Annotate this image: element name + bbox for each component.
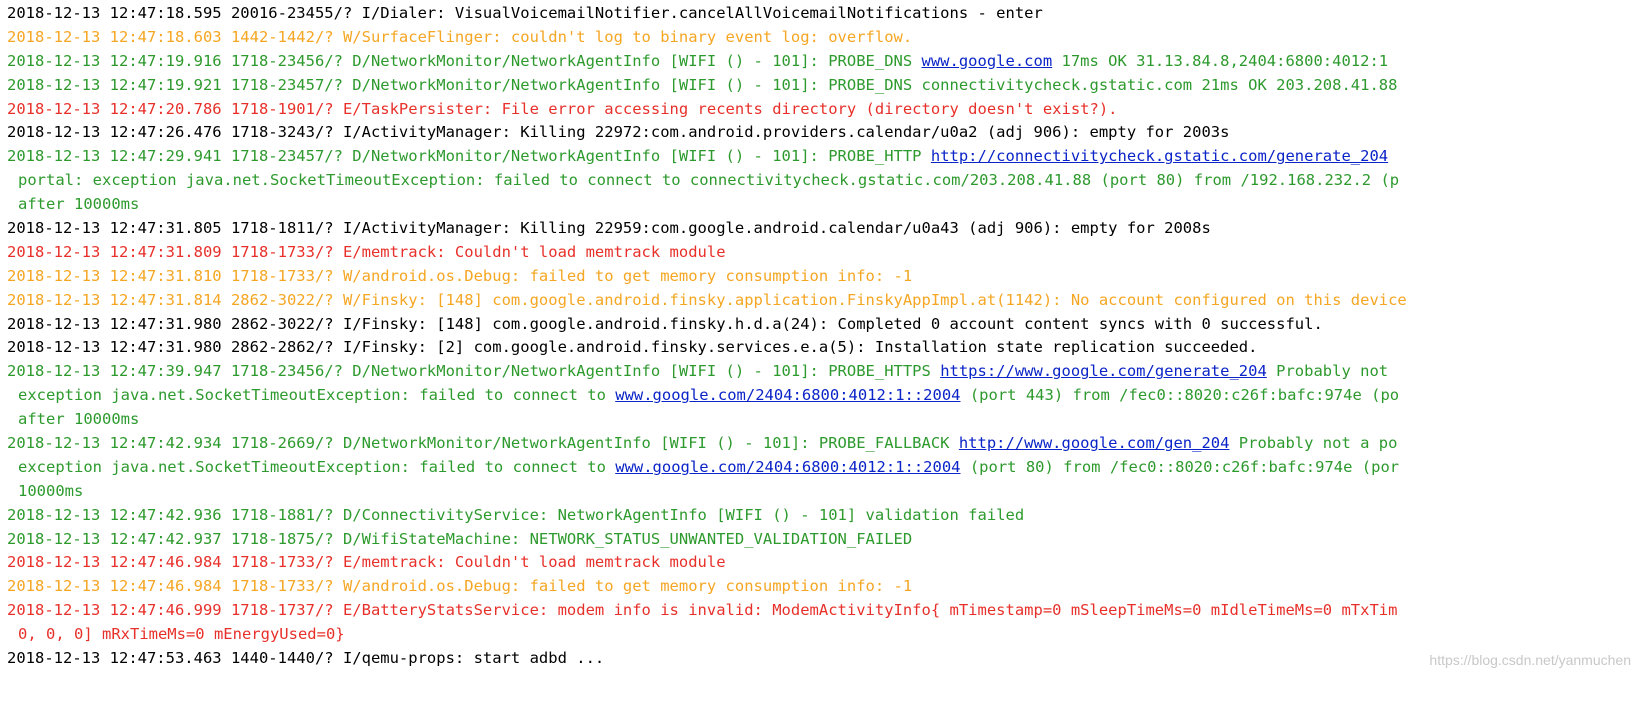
log-text: 17ms OK 31.13.84.8,2404:6800:4012:1: [1052, 51, 1389, 70]
log-line-continuation: 10000ms: [7, 480, 1639, 504]
log-line: 2018-12-13 12:47:42.936 1718-1881/? D/Co…: [7, 504, 1639, 528]
log-text: 2018-12-13 12:47:29.941 1718-23457/? D/N…: [7, 147, 931, 166]
log-text: 2018-12-13 12:47:31.809 1718-1733/? E/me…: [7, 242, 726, 261]
log-line: 2018-12-13 12:47:53.463 1440-1440/? I/qe…: [7, 647, 1639, 671]
log-text: 2018-12-13 12:47:31.814 2862-3022/? W/Fi…: [7, 290, 1407, 309]
log-text: (port 443) from /fec0::8020:c26f:bafc:97…: [960, 386, 1400, 405]
log-text: 2018-12-13 12:47:18.595 20016-23455/? I/…: [7, 4, 1043, 22]
log-line: 2018-12-13 12:47:42.934 1718-2669/? D/Ne…: [7, 432, 1639, 456]
log-text: 2018-12-13 12:47:42.936 1718-1881/? D/Co…: [7, 505, 1025, 524]
logcat-output: 2018-12-13 12:47:18.595 20016-23455/? I/…: [7, 2, 1639, 671]
log-line: 2018-12-13 12:47:31.980 2862-2862/? I/Fi…: [7, 336, 1639, 360]
log-text: 2018-12-13 12:47:42.937 1718-1875/? D/Wi…: [7, 529, 913, 548]
log-line: 2018-12-13 12:47:29.941 1718-23457/? D/N…: [7, 145, 1639, 169]
log-line-continuation: exception java.net.SocketTimeoutExceptio…: [7, 456, 1639, 480]
log-line-continuation: after 10000ms: [7, 408, 1639, 432]
log-text: 2018-12-13 12:47:46.984 1718-1733/? E/me…: [7, 553, 726, 572]
log-line-continuation: portal: exception java.net.SocketTimeout…: [7, 169, 1639, 193]
log-text: exception java.net.SocketTimeoutExceptio…: [18, 386, 616, 405]
log-text: Probably not: [1266, 362, 1389, 381]
log-line: 2018-12-13 12:47:31.810 1718-1733/? W/an…: [7, 265, 1639, 289]
log-line: 2018-12-13 12:47:31.814 2862-3022/? W/Fi…: [7, 289, 1639, 313]
log-line: 2018-12-13 12:47:19.921 1718-23457/? D/N…: [7, 74, 1639, 98]
log-text: 2018-12-13 12:47:46.984 1718-1733/? W/an…: [7, 577, 913, 596]
log-text: (port 80) from /fec0::8020:c26f:bafc:974…: [960, 457, 1400, 476]
log-text: 2018-12-13 12:47:31.980 2862-2862/? I/Fi…: [7, 338, 1258, 357]
log-link[interactable]: www.google.com/2404:6800:4012:1::2004: [615, 386, 960, 404]
log-line: 2018-12-13 12:47:46.984 1718-1733/? W/an…: [7, 575, 1639, 599]
log-text: 2018-12-13 12:47:39.947 1718-23456/? D/N…: [7, 362, 941, 381]
log-link[interactable]: http://connectivitycheck.gstatic.com/gen…: [931, 147, 1388, 165]
log-link[interactable]: https://www.google.com/generate_204: [940, 362, 1267, 380]
log-text: 10000ms: [18, 481, 84, 500]
log-line: 2018-12-13 12:47:20.786 1718-1901/? E/Ta…: [7, 98, 1639, 122]
log-line: 2018-12-13 12:47:31.809 1718-1733/? E/me…: [7, 241, 1639, 265]
log-line: 2018-12-13 12:47:18.595 20016-23455/? I/…: [7, 2, 1639, 26]
log-text: after 10000ms: [18, 195, 140, 214]
log-text: 2018-12-13 12:47:53.463 1440-1440/? I/qe…: [7, 649, 605, 668]
log-line: 2018-12-13 12:47:18.603 1442-1442/? W/Su…: [7, 26, 1639, 50]
log-link[interactable]: www.google.com: [922, 52, 1053, 70]
log-text: 2018-12-13 12:47:19.916 1718-23456/? D/N…: [7, 51, 922, 70]
log-text: 2018-12-13 12:47:18.603 1442-1442/? W/Su…: [7, 27, 913, 46]
log-text: 2018-12-13 12:47:31.810 1718-1733/? W/an…: [7, 266, 913, 285]
log-text: exception java.net.SocketTimeoutExceptio…: [18, 457, 616, 476]
log-text: 2018-12-13 12:47:46.999 1718-1737/? E/Ba…: [7, 601, 1398, 620]
log-text: 2018-12-13 12:47:19.921 1718-23457/? D/N…: [7, 75, 1398, 94]
watermark-text: https://blog.csdn.net/yanmuchen: [1429, 652, 1631, 668]
log-line: 2018-12-13 12:47:42.937 1718-1875/? D/Wi…: [7, 528, 1639, 552]
log-line: 2018-12-13 12:47:46.999 1718-1737/? E/Ba…: [7, 599, 1639, 623]
log-text: 2018-12-13 12:47:31.805 1718-1811/? I/Ac…: [7, 219, 1211, 238]
log-text: portal: exception java.net.SocketTimeout…: [18, 171, 1400, 190]
log-text: 2018-12-13 12:47:31.980 2862-3022/? I/Fi…: [7, 314, 1323, 333]
log-text: after 10000ms: [18, 410, 140, 429]
log-line-continuation: after 10000ms: [7, 193, 1639, 217]
log-text: 2018-12-13 12:47:20.786 1718-1901/? E/Ta…: [7, 99, 1118, 118]
log-line: 2018-12-13 12:47:26.476 1718-3243/? I/Ac…: [7, 121, 1639, 145]
log-text: 2018-12-13 12:47:26.476 1718-3243/? I/Ac…: [7, 123, 1230, 142]
log-text: 0, 0, 0] mRxTimeMs=0 mEnergyUsed=0}: [18, 625, 345, 644]
log-line: 2018-12-13 12:47:31.805 1718-1811/? I/Ac…: [7, 217, 1639, 241]
log-line-continuation: exception java.net.SocketTimeoutExceptio…: [7, 384, 1639, 408]
log-text: Probably not a po: [1229, 434, 1398, 453]
log-link[interactable]: www.google.com/2404:6800:4012:1::2004: [615, 458, 960, 476]
log-line: 2018-12-13 12:47:19.916 1718-23456/? D/N…: [7, 50, 1639, 74]
log-line: 2018-12-13 12:47:39.947 1718-23456/? D/N…: [7, 360, 1639, 384]
log-line: 2018-12-13 12:47:46.984 1718-1733/? E/me…: [7, 551, 1639, 575]
log-line-continuation: 0, 0, 0] mRxTimeMs=0 mEnergyUsed=0}: [7, 623, 1639, 647]
log-text: 2018-12-13 12:47:42.934 1718-2669/? D/Ne…: [7, 434, 959, 453]
log-line: 2018-12-13 12:47:31.980 2862-3022/? I/Fi…: [7, 313, 1639, 337]
log-link[interactable]: http://www.google.com/gen_204: [959, 434, 1230, 452]
